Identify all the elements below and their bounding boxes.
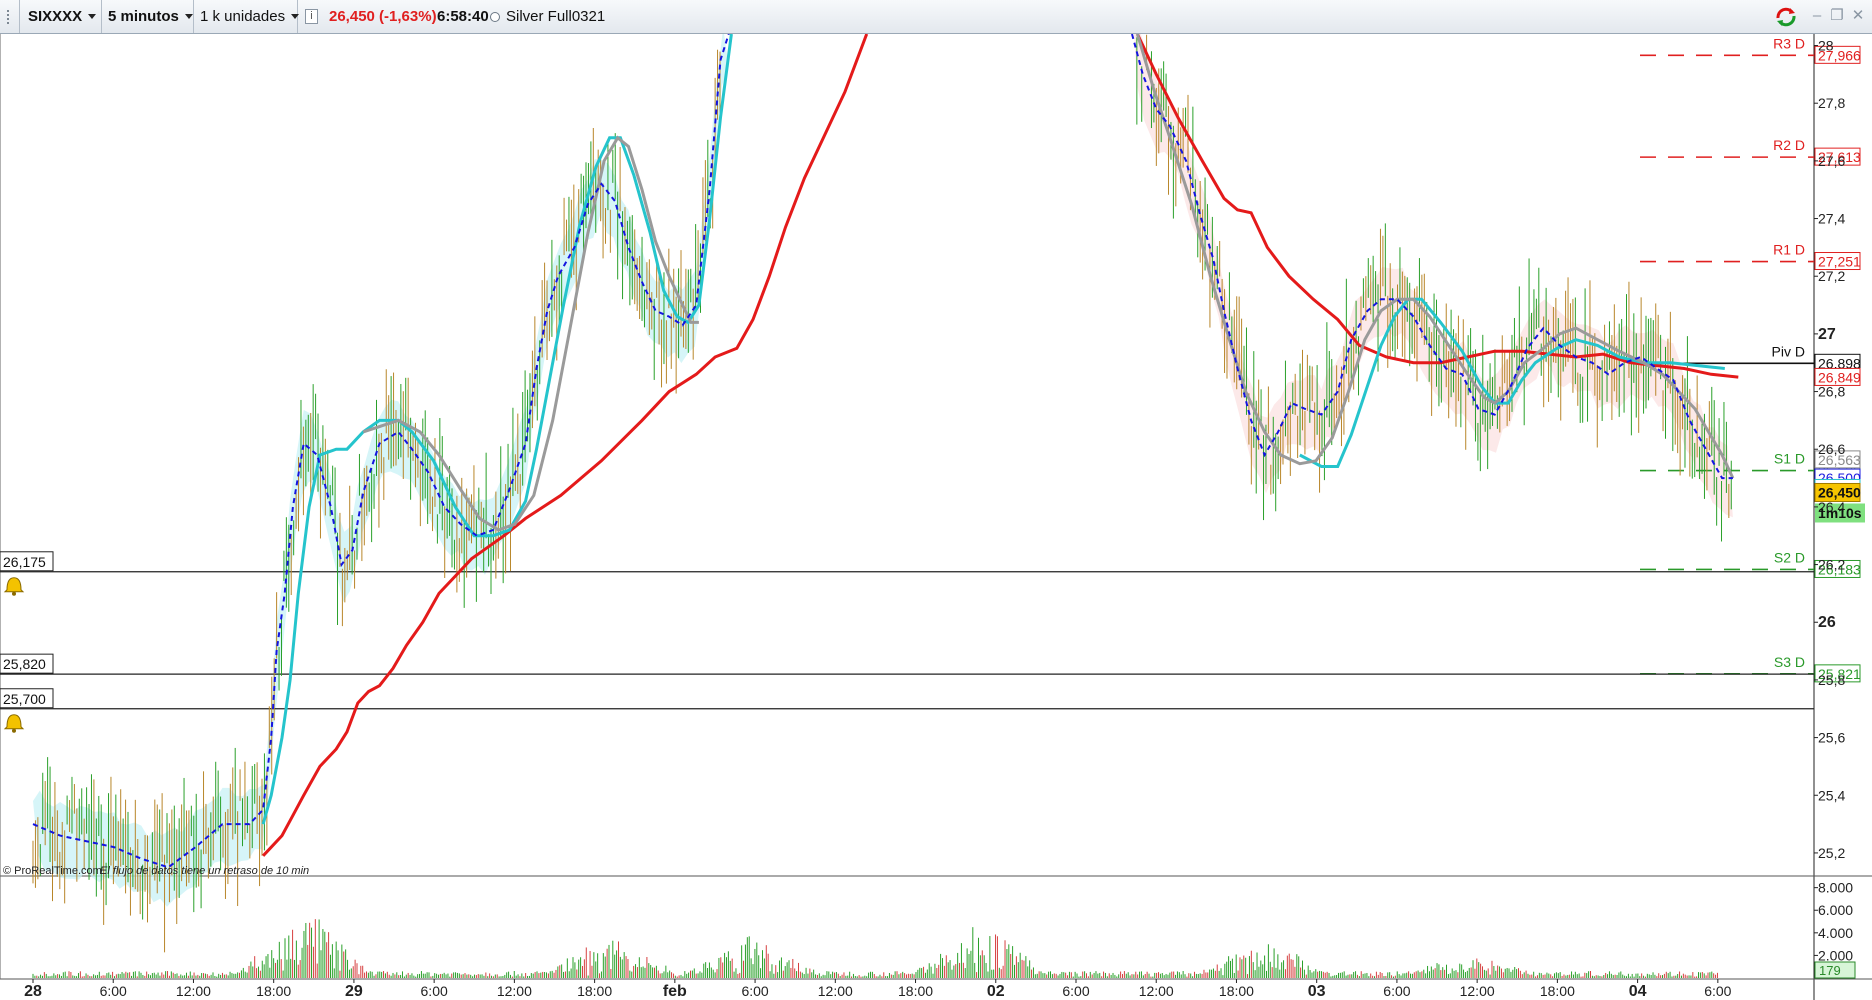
chart-toolbar: SIXXXX 5 minutos 1 k unidades i 26,450 (… bbox=[0, 0, 1872, 34]
y-tick-label: 27,2 bbox=[1818, 268, 1845, 284]
x-tick-label: 6:00 bbox=[421, 983, 448, 999]
symbol-dropdown[interactable]: SIXXXX bbox=[20, 0, 102, 33]
x-tick-label: 04 bbox=[1629, 983, 1647, 1000]
pivot-name: Piv D bbox=[1772, 343, 1805, 359]
chevron-down-icon bbox=[291, 14, 300, 19]
volume-tick-label: 2.000 bbox=[1818, 947, 1853, 963]
alert-value: 26,175 bbox=[3, 554, 46, 570]
x-tick-label: 12:00 bbox=[497, 983, 532, 999]
y-tick-label: 25,2 bbox=[1818, 845, 1845, 861]
x-tick-label: 12:00 bbox=[1460, 983, 1495, 999]
x-tick-label: 6:00 bbox=[1383, 983, 1410, 999]
y-tick-label: 27,6 bbox=[1818, 153, 1845, 169]
close-icon[interactable]: ✕ bbox=[1849, 8, 1867, 24]
y-tick-label: 25,8 bbox=[1818, 672, 1845, 688]
y-tick-label: 25,4 bbox=[1818, 787, 1845, 803]
x-tick-label: 02 bbox=[987, 983, 1005, 1000]
chevron-down-icon bbox=[88, 14, 97, 19]
x-tick-label: 6:00 bbox=[741, 983, 768, 999]
price-change: 26,450 (-1,63%) bbox=[329, 8, 437, 25]
x-tick-label: 03 bbox=[1308, 983, 1326, 1000]
volume-tick-label: 8.000 bbox=[1818, 880, 1853, 896]
instrument-name: Silver Full0321 bbox=[506, 8, 606, 25]
x-tick-label: 18:00 bbox=[1540, 983, 1575, 999]
pivot-name: R2 D bbox=[1773, 137, 1805, 153]
status-circle-icon bbox=[490, 12, 500, 22]
x-tick-label: 18:00 bbox=[256, 983, 291, 999]
pivot-value: 27,251 bbox=[1818, 254, 1861, 270]
x-tick-label: 6:00 bbox=[1704, 983, 1731, 999]
y-tick-label: 27,4 bbox=[1818, 211, 1845, 227]
y-tick-label: 26,8 bbox=[1818, 384, 1845, 400]
price-chart[interactable]: R3 D27,966R2 D27,613R1 D27,251Piv D26,89… bbox=[0, 34, 1872, 1000]
volume-last-label: 179 bbox=[1819, 963, 1841, 978]
bell-clapper bbox=[12, 728, 16, 733]
volume-tick-label: 4.000 bbox=[1818, 925, 1853, 941]
y-tick-label: 26,2 bbox=[1818, 557, 1845, 573]
alert-value: 25,700 bbox=[3, 691, 46, 707]
size-label: 1 k unidades bbox=[200, 8, 286, 25]
x-tick-label: 18:00 bbox=[1219, 983, 1254, 999]
x-tick-label: 18:00 bbox=[577, 983, 612, 999]
chevron-down-icon bbox=[184, 14, 193, 19]
bell-clapper bbox=[12, 591, 16, 596]
x-tick-label: 12:00 bbox=[1139, 983, 1174, 999]
x-tick-label: 6:00 bbox=[1062, 983, 1089, 999]
y-tick-label: 27 bbox=[1818, 326, 1836, 343]
y-tick-label: 28 bbox=[1818, 38, 1834, 54]
refresh-icon[interactable] bbox=[1774, 5, 1798, 29]
minimize-icon[interactable]: – bbox=[1808, 8, 1826, 24]
pivot-name: S2 D bbox=[1774, 549, 1805, 565]
countdown-label: 1m10s bbox=[1818, 505, 1862, 521]
symbol-label: SIXXXX bbox=[28, 8, 83, 25]
y-tick-label: 26,6 bbox=[1818, 441, 1845, 457]
x-tick-label: 18:00 bbox=[898, 983, 933, 999]
chart-background bbox=[0, 34, 1872, 1000]
pivot-name: S3 D bbox=[1774, 654, 1805, 670]
x-tick-label: 12:00 bbox=[176, 983, 211, 999]
size-dropdown[interactable]: 1 k unidades bbox=[194, 0, 300, 33]
delay-note: El flujo de datos tiene un retraso de 10… bbox=[100, 865, 309, 877]
last-update-time: 6:58:40 bbox=[437, 8, 489, 25]
x-tick-label: 29 bbox=[345, 983, 363, 1000]
alert-value: 25,820 bbox=[3, 656, 46, 672]
menu-grip[interactable] bbox=[0, 0, 20, 33]
pivot-name: S1 D bbox=[1774, 451, 1805, 467]
restore-icon[interactable]: ❐ bbox=[1828, 8, 1846, 24]
timeframe-label: 5 minutos bbox=[108, 8, 179, 25]
x-tick-label: feb bbox=[663, 983, 687, 1000]
pivot-name: R3 D bbox=[1773, 35, 1805, 51]
x-tick-label: 6:00 bbox=[100, 983, 127, 999]
x-tick-label: 28 bbox=[24, 983, 42, 1000]
volume-tick-label: 6.000 bbox=[1818, 902, 1853, 918]
credit-text: © ProRealTime.com bbox=[3, 865, 102, 877]
timeframe-dropdown[interactable]: 5 minutos bbox=[102, 0, 194, 33]
x-tick-label: 12:00 bbox=[818, 983, 853, 999]
y-tick-label: 27,8 bbox=[1818, 95, 1845, 111]
y-tick-label: 26 bbox=[1818, 614, 1836, 631]
y-tick-label: 25,6 bbox=[1818, 730, 1845, 746]
pivot-name: R1 D bbox=[1773, 242, 1805, 258]
info-icon[interactable]: i bbox=[305, 9, 318, 24]
